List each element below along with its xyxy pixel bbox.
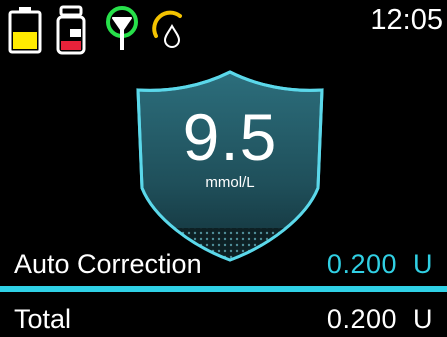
- insulin-cartridge-icon: [56, 5, 86, 55]
- cgm-signal-icon: [106, 6, 138, 54]
- total-value: 0.200 U: [326, 304, 433, 334]
- glucose-unit: mmol/L: [205, 174, 255, 191]
- auto-correction-row: Auto Correction 0.200 U: [0, 246, 447, 282]
- clock-time: 12:05: [370, 4, 443, 36]
- insulin-drop-icon: [150, 6, 190, 52]
- total-label: Total: [14, 304, 72, 334]
- status-bar: 12:05: [0, 0, 447, 56]
- auto-correction-value: 0.200 U: [326, 249, 433, 279]
- total-row: Total 0.200 U: [0, 301, 447, 337]
- glucose-value: 9.5: [182, 100, 278, 174]
- auto-correction-label: Auto Correction: [14, 249, 202, 279]
- battery-icon: [8, 6, 42, 54]
- pump-home-screen: 12:05 9.5 mmol/L Auto Correction 0.200 U…: [0, 0, 447, 336]
- divider: [0, 286, 447, 292]
- glucose-shield[interactable]: 9.5 mmol/L: [132, 68, 328, 264]
